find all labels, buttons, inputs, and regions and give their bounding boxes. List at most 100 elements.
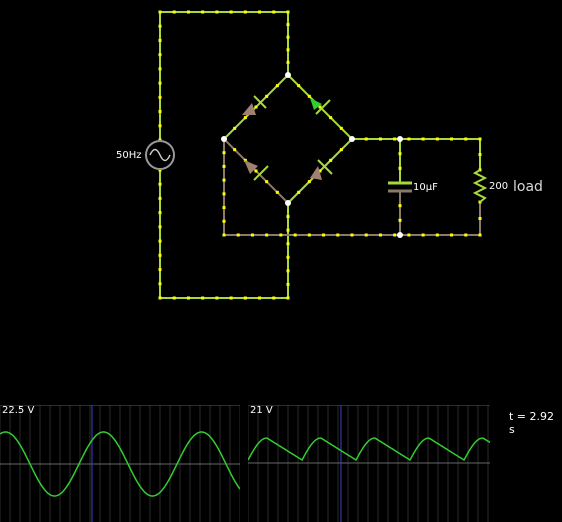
current-dot — [222, 164, 226, 168]
current-dot — [364, 233, 368, 237]
current-dot — [286, 296, 290, 300]
current-dot — [398, 218, 402, 222]
current-dot — [286, 23, 290, 27]
load-label: load — [513, 179, 543, 195]
current-dot — [158, 81, 162, 85]
current-dot — [172, 296, 176, 300]
current-dot — [250, 233, 254, 237]
current-dot — [158, 53, 162, 57]
current-dot — [265, 180, 269, 184]
current-dot — [297, 190, 301, 194]
current-dot — [307, 233, 311, 237]
current-dot — [286, 60, 290, 64]
sim-time-readout: t = 2.92 s — [509, 410, 555, 436]
scope-trace — [248, 437, 490, 462]
current-dot — [229, 296, 233, 300]
current-dot — [215, 296, 219, 300]
current-dot — [286, 242, 290, 246]
current-dot — [222, 219, 226, 223]
capacitor-value-label: 10µF — [413, 182, 438, 193]
current-dot — [286, 255, 290, 259]
current-dot — [286, 48, 290, 52]
resistor-value-label: 200 — [489, 181, 509, 192]
current-dot — [243, 116, 247, 120]
current-dot — [158, 268, 162, 272]
current-dot — [158, 110, 162, 114]
current-dot — [186, 296, 190, 300]
current-dot — [307, 94, 311, 98]
current-dot — [364, 137, 368, 141]
scope-load-plot — [248, 405, 490, 522]
current-dot — [393, 233, 397, 237]
resistor[interactable] — [472, 169, 488, 203]
current-dot — [158, 211, 162, 215]
current-dot — [258, 10, 262, 14]
current-dot — [222, 233, 226, 237]
current-dot — [272, 10, 276, 14]
current-dot — [293, 233, 297, 237]
current-dot — [186, 10, 190, 14]
current-dot — [421, 233, 425, 237]
current-dot — [158, 239, 162, 243]
current-dot — [398, 204, 402, 208]
current-dot — [222, 206, 226, 210]
current-dot — [265, 94, 269, 98]
capacitor[interactable] — [388, 181, 412, 193]
current-dot — [215, 10, 219, 14]
current-dot — [158, 124, 162, 128]
current-dot — [398, 166, 402, 170]
current-dot — [398, 152, 402, 156]
current-dot — [286, 228, 290, 232]
current-dot — [158, 196, 162, 200]
current-dot — [233, 148, 237, 152]
current-dot — [158, 10, 162, 14]
current-dot — [322, 233, 326, 237]
current-dot — [378, 137, 382, 141]
current-dot — [350, 233, 354, 237]
current-dot — [158, 296, 162, 300]
current-dot — [233, 126, 237, 130]
current-dot — [464, 233, 468, 237]
current-dot — [286, 35, 290, 39]
current-dot — [286, 215, 290, 219]
scope-source-voltage[interactable]: 22.5 V — [0, 405, 240, 522]
current-dot — [286, 282, 290, 286]
current-dot — [158, 253, 162, 257]
current-dot — [222, 151, 226, 155]
current-dot — [275, 84, 279, 88]
current-dot — [243, 296, 247, 300]
current-dot — [236, 233, 240, 237]
current-dot — [229, 10, 233, 14]
current-dot — [222, 178, 226, 182]
current-dot — [297, 84, 301, 88]
current-dot — [265, 233, 269, 237]
current-dot — [275, 190, 279, 194]
current-dot — [272, 296, 276, 300]
wire-group — [159, 11, 481, 299]
scope-load-voltage[interactable]: 21 V — [248, 405, 490, 522]
current-dot — [201, 296, 205, 300]
wire-output-top[interactable] — [352, 138, 481, 170]
current-dot — [254, 105, 258, 109]
current-dot — [158, 182, 162, 186]
current-dot — [450, 233, 454, 237]
current-dot — [478, 233, 482, 237]
current-dot — [286, 10, 290, 14]
wire-ground-return[interactable] — [223, 139, 481, 236]
ac-source[interactable] — [145, 140, 175, 170]
current-dot — [158, 282, 162, 286]
current-dot — [307, 180, 311, 184]
current-dot — [407, 137, 411, 141]
current-dot — [243, 10, 247, 14]
scope-source-plot — [0, 405, 240, 522]
current-dot — [378, 233, 382, 237]
wire-top[interactable] — [160, 11, 289, 75]
diode-top-left[interactable] — [242, 95, 267, 115]
current-dot — [158, 24, 162, 28]
source-frequency-label: 50Hz — [116, 150, 142, 161]
current-dot — [478, 217, 482, 220]
current-dot — [172, 10, 176, 14]
current-dot — [158, 225, 162, 229]
current-dot — [339, 126, 343, 130]
circuit-canvas[interactable] — [0, 0, 562, 400]
